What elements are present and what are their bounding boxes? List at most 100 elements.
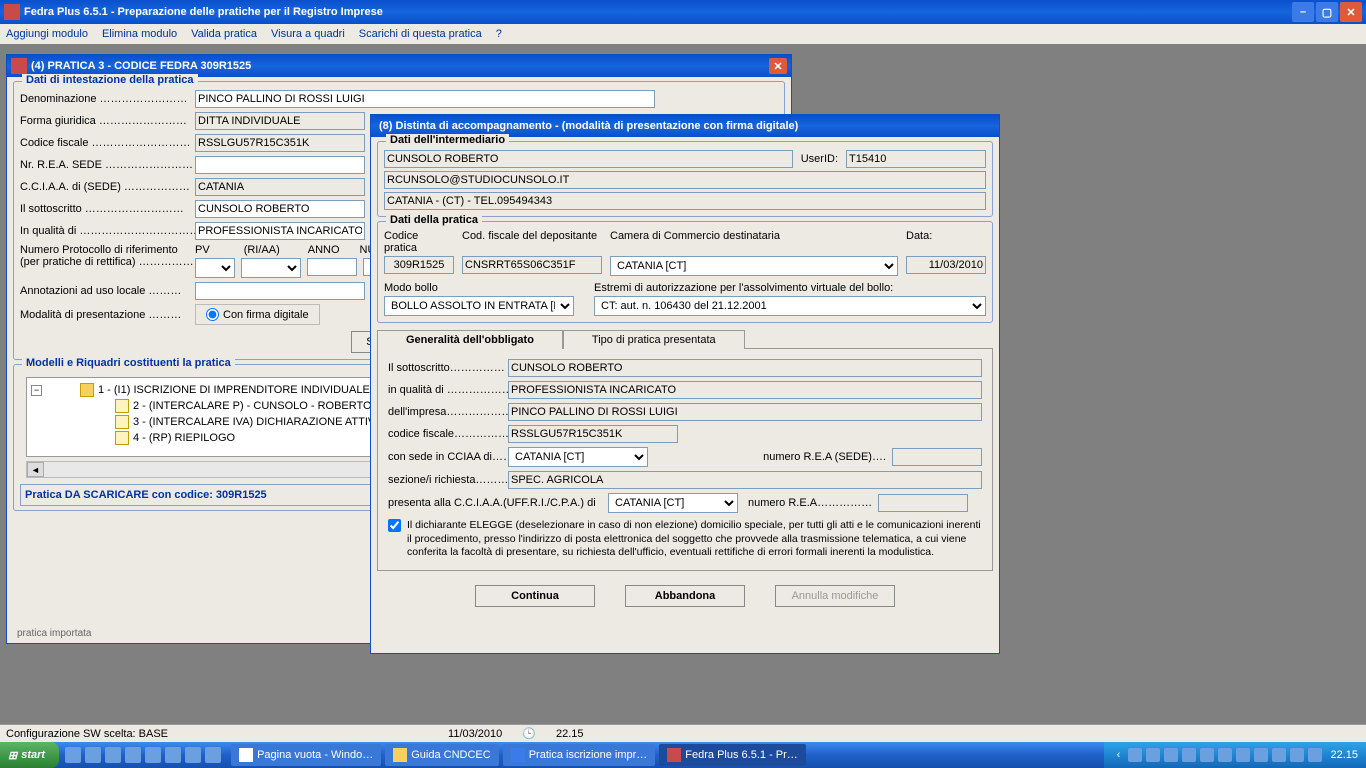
group-pratica: Dati della pratica Codice pratica Cod. f… — [377, 221, 993, 323]
input-intermediario-nome — [384, 150, 793, 168]
select-presenta-cciaa[interactable]: CATANIA [CT] — [608, 493, 738, 513]
tab-generalita[interactable]: Generalità dell'obbligato — [377, 330, 563, 349]
tray-icon[interactable] — [1146, 748, 1160, 762]
tray-expand-icon[interactable]: ‹ — [1112, 749, 1124, 761]
select-camera[interactable]: CATANIA [CT] — [610, 256, 898, 276]
quicklaunch-icon[interactable] — [205, 747, 221, 763]
tree-collapse-icon[interactable]: − — [31, 385, 42, 396]
label-annotazioni: Annotazioni ad uso locale ……… — [20, 285, 195, 297]
window-pratica-close[interactable]: ✕ — [769, 58, 787, 74]
menu-valida[interactable]: Valida pratica — [191, 28, 257, 40]
maximize-button[interactable]: ▢ — [1316, 2, 1338, 22]
window-pratica-title: (4) PRATICA 3 - CODICE FEDRA 309R1525 — [31, 60, 769, 72]
label-obbl-cf: codice fiscale…………… — [388, 428, 508, 440]
select-pv[interactable] — [195, 258, 235, 278]
window-pratica-icon — [11, 58, 27, 74]
label-camera: Camera di Commercio destinataria — [610, 230, 898, 254]
taskbar: ⊞start Pagina vuota - Windo… Guida CNDCE… — [0, 742, 1366, 768]
input-data — [906, 256, 986, 274]
dialog-buttons: Continua Abbandona Annulla modifiche — [371, 577, 999, 615]
close-button[interactable]: ✕ — [1340, 2, 1362, 22]
app-icon — [4, 4, 20, 20]
label-protocollo: Numero Protocollo di riferimento (per pr… — [20, 244, 195, 268]
taskbar-item[interactable]: Guida CNDCEC — [385, 744, 498, 766]
label-qualita: In qualità di …………………………… — [20, 225, 195, 237]
select-estremi[interactable]: CT: aut. n. 106430 del 21.12.2001 — [594, 296, 986, 316]
input-obbl-qualita — [508, 381, 982, 399]
tree-node-1[interactable]: 1 - (I1) ISCRIZIONE DI IMPRENDITORE INDI… — [98, 384, 398, 396]
select-modo-bollo[interactable]: BOLLO ASSOLTO IN ENTRATA [E] — [384, 296, 574, 316]
quicklaunch-icon[interactable] — [65, 747, 81, 763]
quicklaunch-icon[interactable] — [165, 747, 181, 763]
label-rea: Nr. R.E.A. SEDE …………………… — [20, 159, 195, 171]
tree-node-4[interactable]: 4 - (RP) RIEPILOGO — [133, 432, 235, 444]
taskbar-clock[interactable]: 22.15 — [1330, 749, 1358, 761]
file-icon — [115, 415, 129, 429]
tab-tipo-pratica[interactable]: Tipo di pratica presentata — [563, 330, 745, 349]
input-annotazioni[interactable] — [195, 282, 365, 300]
input-rea-sede — [892, 448, 982, 466]
group-dati-legend: Dati di intestazione della pratica — [22, 74, 198, 86]
group-pratica-legend: Dati della pratica — [386, 214, 482, 226]
tray-icon[interactable] — [1218, 748, 1232, 762]
menu-elimina[interactable]: Elimina modulo — [102, 28, 177, 40]
quicklaunch-icon[interactable] — [85, 747, 101, 763]
start-button[interactable]: ⊞start — [0, 742, 59, 768]
quicklaunch-icon[interactable] — [105, 747, 121, 763]
minimize-button[interactable]: – — [1292, 2, 1314, 22]
button-abbandona[interactable]: Abbandona — [625, 585, 745, 607]
tray-icon[interactable] — [1290, 748, 1304, 762]
select-obbl-sede[interactable]: CATANIA [CT] — [508, 447, 648, 467]
menu-scarichi[interactable]: Scarichi di questa pratica — [359, 28, 482, 40]
quicklaunch-icon[interactable] — [185, 747, 201, 763]
input-cf — [195, 134, 365, 152]
tray-icon[interactable] — [1308, 748, 1322, 762]
tray-icon[interactable] — [1236, 748, 1250, 762]
input-anno[interactable] — [307, 258, 357, 276]
label-sottoscritto: Il sottoscritto ……………………… — [20, 203, 195, 215]
input-denominazione[interactable] — [195, 90, 655, 108]
input-rea[interactable] — [195, 156, 365, 174]
tabpanel-generalita: Il sottoscritto…………… in qualità di ……………… — [377, 348, 993, 571]
status-time: 22.15 — [556, 728, 584, 740]
label-cf: Codice fiscale ……………………… — [20, 137, 195, 149]
quicklaunch-icon[interactable] — [125, 747, 141, 763]
input-cf-depositante — [462, 256, 602, 274]
label-obbl-sede: con sede in CCIAA di…… — [388, 451, 508, 463]
input-sottoscritto[interactable] — [195, 200, 365, 218]
status-config: Configurazione SW scelta: BASE — [6, 728, 168, 740]
folder-icon — [80, 383, 94, 397]
tray-icon[interactable] — [1254, 748, 1268, 762]
label-estremi: Estremi di autorizzazione per l'assolvim… — [594, 282, 893, 294]
tree-node-2[interactable]: 2 - (INTERCALARE P) - CUNSOLO - ROBERTO … — [133, 400, 389, 412]
tray-icon[interactable] — [1164, 748, 1178, 762]
taskbar-item-active[interactable]: Fedra Plus 6.5.1 - Pr… — [659, 744, 806, 766]
quick-launch — [59, 747, 227, 763]
taskbar-item[interactable]: Pratica iscrizione impr… — [503, 744, 656, 766]
mdi-area: (4) PRATICA 3 - CODICE FEDRA 309R1525 ✕ … — [0, 44, 1366, 724]
tray-icon[interactable] — [1182, 748, 1196, 762]
input-numero-rea — [878, 494, 968, 512]
label-cciaa: C.C.I.A.A. di (SEDE) ……………… — [20, 181, 195, 193]
input-qualita[interactable] — [195, 222, 365, 240]
tabs-obbligato: Generalità dell'obbligato Tipo di pratic… — [377, 329, 993, 348]
quicklaunch-icon[interactable] — [145, 747, 161, 763]
word-icon — [511, 748, 525, 762]
input-sezione — [508, 471, 982, 489]
tray-icon[interactable] — [1200, 748, 1214, 762]
menu-aggiungi[interactable]: Aggiungi modulo — [6, 28, 88, 40]
menu-visura[interactable]: Visura a quadri — [271, 28, 345, 40]
tree-node-3[interactable]: 3 - (INTERCALARE IVA) DICHIARAZIONE ATTI… — [133, 416, 385, 428]
select-riaa[interactable] — [241, 258, 301, 278]
tray-icon[interactable] — [1272, 748, 1286, 762]
taskbar-item[interactable]: Pagina vuota - Windo… — [231, 744, 381, 766]
menu-help[interactable]: ? — [496, 28, 502, 40]
taskbar-tasks: Pagina vuota - Windo… Guida CNDCEC Prati… — [227, 744, 1104, 766]
label-riaa: (RI/AA) — [244, 244, 280, 256]
system-tray: ‹ 22.15 — [1104, 742, 1366, 768]
tray-icon[interactable] — [1128, 748, 1142, 762]
button-continua[interactable]: Continua — [475, 585, 595, 607]
checkbox-dichiarante-elegge[interactable] — [388, 519, 401, 532]
scroll-left-icon[interactable]: ◄ — [27, 462, 44, 477]
radio-firma-digitale[interactable] — [206, 308, 219, 321]
